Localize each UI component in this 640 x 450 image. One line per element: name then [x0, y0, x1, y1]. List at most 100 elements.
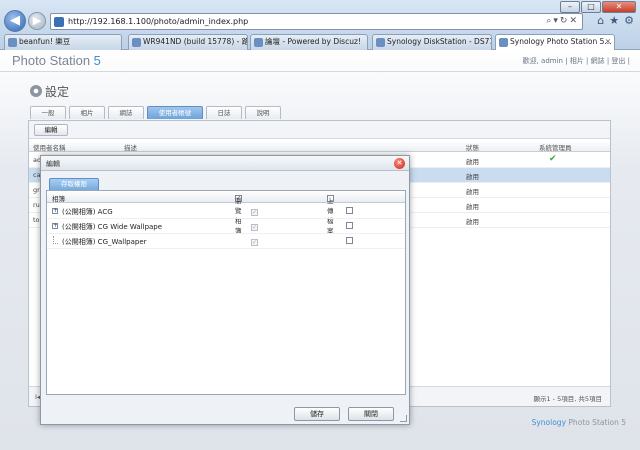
window-controls: – □ ✕	[560, 1, 636, 13]
browse-checkbox	[251, 207, 260, 216]
minimize-button[interactable]: –	[560, 1, 580, 13]
stop-icon[interactable]: ✕	[569, 16, 579, 26]
address-tools[interactable]: ⌕▾↻✕	[546, 16, 579, 26]
tab-favicon-icon	[132, 38, 141, 47]
tab-access-permissions[interactable]: 存取權限	[49, 178, 99, 190]
album-name: (公開相簿) CG_Wallpaper	[62, 238, 147, 246]
tab-photos[interactable]: 相片	[69, 106, 105, 119]
footer-synology: Synology	[531, 418, 567, 427]
browser-tab-forum[interactable]: 論壇 - Powered by Discuz!	[250, 34, 368, 50]
upload-checkbox[interactable]	[346, 237, 355, 245]
tab-label: beanfun! 樂豆	[19, 37, 71, 46]
page-title: 設定	[30, 83, 69, 100]
expand-icon[interactable]: +	[52, 208, 58, 214]
footer-brand: Synology Photo Station 5	[532, 418, 626, 427]
col-album[interactable]: 相簿	[52, 193, 65, 203]
expand-icon[interactable]: +	[52, 223, 58, 229]
home-icon[interactable]: ⌂	[597, 14, 604, 27]
forward-button[interactable]: ▶	[28, 12, 46, 30]
edit-dialog: 編輯 ✕ 存取權限 相簿 瀏覽相簿 上傳檔案 + (公開相簿) ACG + (公…	[40, 155, 410, 425]
dialog-title: 編輯	[46, 160, 60, 168]
permissions-grid: 相簿 瀏覽相簿 上傳檔案 + (公開相簿) ACG + (公開相簿) CG Wi…	[46, 190, 406, 395]
album-row[interactable]: + (公開相簿) CG Wide Wallpape	[47, 219, 405, 234]
checkbox-box	[251, 239, 258, 246]
app-header: Photo Station 5 歡迎, admin | 相片 | 網誌 | 登出…	[0, 50, 640, 72]
edit-button[interactable]: 編輯	[34, 124, 68, 136]
browser-chrome: – □ ✕ ◀ ▶ http://192.168.1.100/photo/adm…	[0, 0, 640, 50]
browse-checkbox	[251, 237, 260, 246]
tab-help[interactable]: 說明	[245, 106, 281, 119]
tab-general[interactable]: 一般	[30, 106, 66, 119]
tab-logs[interactable]: 日誌	[206, 106, 242, 119]
tab-favicon-icon	[499, 38, 508, 47]
address-bar[interactable]: http://192.168.1.100/photo/admin_index.p…	[50, 13, 583, 30]
forward-arrow-icon: ▶	[32, 14, 42, 27]
permissions-header: 相簿 瀏覽相簿 上傳檔案	[47, 191, 405, 235]
close-button[interactable]: 關閉	[348, 407, 394, 421]
row-status: 啟用	[466, 188, 479, 196]
user-links[interactable]: 歡迎, admin | 相片 | 網誌 | 登出 |	[523, 56, 630, 66]
browser-tabs: beanfun! 樂豆 WR941ND (build 15778) - 路...…	[0, 33, 640, 50]
logo-text: Photo Station	[12, 53, 94, 68]
browser-tab-router[interactable]: WR941ND (build 15778) - 路...	[128, 34, 248, 50]
upload-checkbox[interactable]	[346, 207, 355, 215]
close-window-button[interactable]: ✕	[602, 1, 636, 13]
user-table-header: 使用者名稱 描述 狀態 系統管理員	[29, 140, 610, 152]
tab-blog[interactable]: 網誌	[108, 106, 144, 119]
back-arrow-icon: ◀	[10, 13, 20, 28]
address-url[interactable]: http://192.168.1.100/photo/admin_index.p…	[68, 17, 248, 26]
maximize-button[interactable]: □	[581, 1, 601, 13]
tab-label: WR941ND (build 15778) - 路...	[143, 37, 248, 46]
checkbox-box	[251, 224, 258, 231]
tab-label: Synology DiskStation - DS712	[387, 37, 492, 46]
col-description[interactable]: 描述	[124, 142, 137, 152]
row-status: 啟用	[466, 218, 479, 226]
row-status: 啟用	[466, 158, 479, 166]
footer-product: Photo Station 5	[566, 418, 626, 427]
tab-favicon-icon	[254, 38, 263, 47]
back-button[interactable]: ◀	[4, 10, 26, 32]
gear-icon	[30, 85, 42, 97]
save-button[interactable]: 儲存	[294, 407, 340, 421]
row-status: 啟用	[466, 173, 479, 181]
page-favicon-icon	[54, 17, 64, 27]
checkbox-box[interactable]	[346, 237, 353, 244]
logo-version: 5	[93, 53, 101, 68]
album-name: (公開相簿) CG Wide Wallpape	[62, 223, 163, 231]
tab-user-accounts[interactable]: 使用者帳號	[147, 106, 203, 119]
col-status[interactable]: 狀態	[466, 142, 479, 152]
row-username: to	[33, 216, 40, 224]
dialog-close-icon[interactable]: ✕	[394, 158, 405, 169]
dialog-titlebar[interactable]: 編輯 ✕	[41, 156, 409, 171]
row-username: gr	[33, 186, 40, 194]
album-row[interactable]: (公開相簿) CG_Wallpaper	[47, 234, 405, 249]
tab-label: Synology Photo Station 5...	[510, 37, 612, 46]
tab-favicon-icon	[376, 38, 385, 47]
browser-tab-diskstation[interactable]: Synology DiskStation - DS712	[372, 34, 492, 50]
checkbox-box	[251, 209, 258, 216]
page-title-text: 設定	[45, 85, 70, 99]
upload-checkbox[interactable]	[346, 222, 355, 230]
admin-check-icon: ✔	[549, 154, 557, 164]
pager-summary: 顯示1 - 5項目, 共5項目	[533, 395, 602, 403]
browse-checkbox	[251, 222, 260, 231]
tree-leaf-line	[53, 236, 58, 244]
tab-favicon-icon	[8, 38, 17, 47]
settings-gear-icon[interactable]: ⚙	[624, 14, 634, 27]
browser-tab-photostation[interactable]: Synology Photo Station 5... ✕	[495, 34, 615, 50]
album-row[interactable]: + (公開相簿) ACG	[47, 204, 405, 219]
tab-close-icon[interactable]: ✕	[605, 35, 611, 49]
checkbox-box[interactable]	[346, 222, 353, 229]
col-username[interactable]: 使用者名稱	[33, 142, 66, 152]
row-status: 啟用	[466, 203, 479, 211]
col-admin[interactable]: 系統管理員	[539, 142, 572, 152]
album-name: (公開相簿) ACG	[62, 208, 113, 216]
tab-label: 論壇 - Powered by Discuz!	[265, 37, 361, 46]
favorites-star-icon[interactable]: ★	[609, 14, 619, 27]
app-logo: Photo Station 5	[12, 53, 101, 68]
browser-tab-beanfun[interactable]: beanfun! 樂豆	[4, 34, 122, 50]
resize-handle-icon[interactable]	[400, 415, 407, 422]
browser-tools: ⌂ ★ ⚙	[597, 14, 634, 27]
panel-toolbar: 編輯	[29, 121, 610, 139]
checkbox-box[interactable]	[346, 207, 353, 214]
